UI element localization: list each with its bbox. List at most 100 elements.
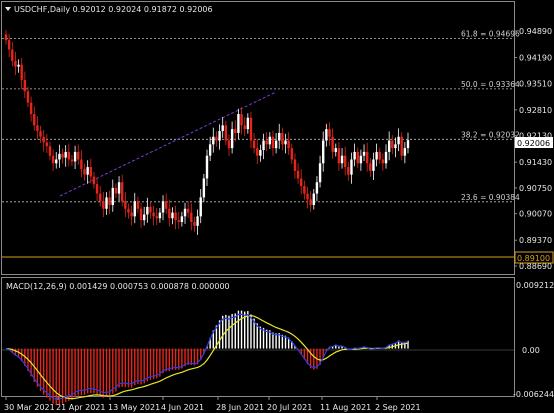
- candle-body: [108, 197, 111, 205]
- candle-body: [130, 212, 133, 217]
- price-tick-label: 0.93510: [519, 79, 552, 88]
- candle-body: [403, 148, 407, 156]
- candle-body: [259, 150, 262, 156]
- candle-body: [4, 34, 8, 41]
- candle-body: [171, 212, 174, 219]
- candle-body: [325, 129, 328, 141]
- candle-body: [350, 159, 353, 175]
- candle-body: [224, 125, 228, 141]
- candle-body: [127, 208, 130, 213]
- candle-body: [230, 129, 234, 149]
- candle-body: [256, 148, 259, 156]
- candle-body: [300, 178, 303, 187]
- candle-body: [29, 102, 33, 115]
- candle-body: [199, 197, 202, 217]
- marker-price-label: 0.89100: [517, 254, 550, 263]
- candle-body: [365, 151, 369, 164]
- candle-body: [391, 140, 394, 149]
- candle-body: [11, 49, 14, 61]
- candle-body: [312, 193, 315, 205]
- candle-body: [397, 136, 400, 145]
- candle-body: [168, 208, 171, 219]
- candle-body: [161, 201, 165, 213]
- candle-body: [180, 216, 184, 223]
- date-tick-label: 4 Jun 2021: [161, 403, 204, 412]
- candle-body: [296, 170, 300, 179]
- candle-body: [155, 216, 158, 219]
- chart-window[interactable]: USDCHF,Daily 0.92012 0.92024 0.91872 0.9…: [0, 0, 554, 413]
- date-tick-label: 13 May 2021: [108, 403, 160, 412]
- candle-body: [215, 136, 218, 141]
- candle-body: [42, 136, 45, 143]
- candle-body: [202, 178, 206, 198]
- candle-body: [17, 64, 20, 67]
- candle-body: [362, 151, 366, 156]
- candle-body: [33, 114, 36, 126]
- candle-body: [117, 182, 121, 194]
- candle-body: [287, 140, 290, 149]
- candle-body: [359, 155, 363, 164]
- date-tick-label: 21 Apr 2021: [56, 403, 105, 412]
- candle-body: [146, 206, 149, 215]
- fib-level-label: 38.2 = 0.92032: [461, 130, 520, 139]
- candle-body: [234, 129, 237, 133]
- price-tick-label: 0.90750: [519, 184, 552, 193]
- date-tick-label: 30 Mar 2021: [4, 403, 55, 412]
- candle-body: [177, 220, 180, 223]
- date-tick-label: 2 Sep 2021: [375, 403, 421, 412]
- candle-body: [306, 193, 309, 200]
- candle-body: [328, 129, 331, 137]
- candle-body: [186, 208, 190, 213]
- candle-body: [240, 114, 243, 126]
- candle-body: [45, 142, 49, 147]
- macd-axis-top: 0.009212: [516, 281, 554, 290]
- candle-body: [86, 167, 89, 175]
- candle-body: [48, 146, 52, 156]
- candle-body: [290, 148, 293, 160]
- candle-body: [249, 117, 253, 141]
- candle-body: [92, 176, 96, 185]
- candle-body: [353, 151, 356, 160]
- price-tick-label: 0.89370: [519, 236, 552, 245]
- candle-body: [265, 140, 268, 145]
- candle-body: [39, 131, 42, 137]
- candle-body: [303, 186, 306, 194]
- candle-body: [334, 148, 337, 152]
- candle-body: [64, 151, 67, 158]
- candle-body: [95, 184, 99, 194]
- candle-body: [394, 144, 397, 149]
- candle-body: [268, 136, 272, 145]
- price-panel-frame: [1, 1, 515, 275]
- candle-body: [347, 167, 350, 175]
- price-axis: 0.948900.941900.935100.928100.921300.914…: [514, 27, 552, 271]
- candle-body: [221, 125, 224, 132]
- candle-body: [149, 206, 152, 213]
- candle-body: [262, 140, 265, 151]
- candle-body: [58, 153, 61, 160]
- candle-body: [381, 159, 385, 164]
- candle-body: [20, 64, 23, 80]
- candle-body: [337, 148, 341, 164]
- candle-body: [356, 151, 359, 164]
- candle-body: [36, 125, 39, 132]
- candle-body: [375, 151, 378, 160]
- candle-body: [331, 136, 334, 152]
- candle-body: [208, 144, 212, 156]
- macd-axis-bottom: -0.006244: [513, 390, 554, 399]
- candle-body: [212, 136, 215, 145]
- candle-body: [193, 222, 196, 226]
- candle-body: [378, 151, 381, 160]
- price-tick-label: 0.92810: [519, 106, 552, 115]
- current-price-label: 0.92006: [517, 139, 550, 148]
- candle-body: [133, 201, 136, 217]
- candle-body: [340, 155, 344, 164]
- candle-body: [14, 60, 17, 67]
- candle-body: [406, 140, 410, 149]
- candle-body: [205, 155, 209, 179]
- date-tick-label: 20 Jul 2021: [267, 403, 312, 412]
- candle-body: [293, 159, 297, 171]
- price-tick-label: 0.94890: [519, 27, 552, 36]
- candle-body: [7, 40, 11, 50]
- price-tick-label: 0.91430: [519, 158, 552, 167]
- candle-body: [271, 136, 275, 149]
